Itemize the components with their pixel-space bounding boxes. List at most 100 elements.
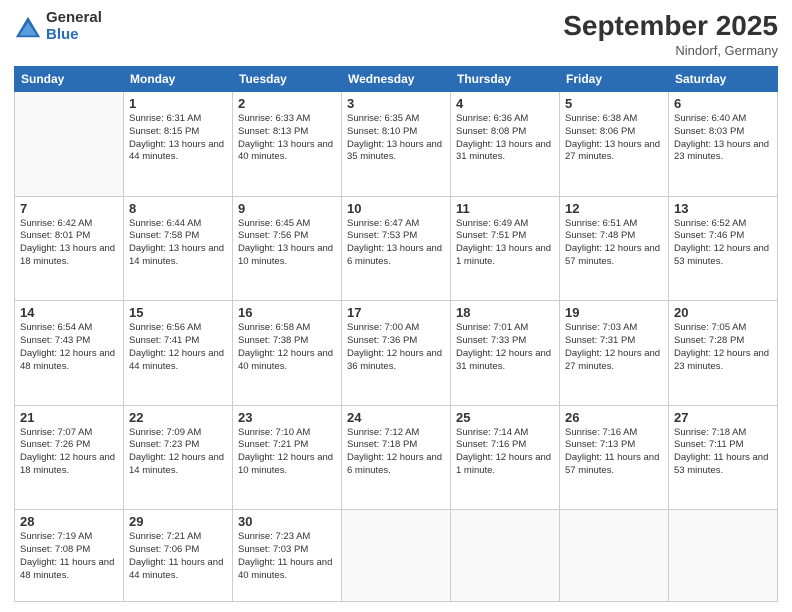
day-number: 22 [129, 410, 227, 425]
day-number: 12 [565, 201, 663, 216]
day-number: 11 [456, 201, 554, 216]
calendar-cell: 2Sunrise: 6:33 AM Sunset: 8:13 PM Daylig… [233, 92, 342, 197]
calendar-cell [451, 510, 560, 602]
calendar-week-row: 21 Sunrise: 7:07 AM Sunset: 7:26 PM Dayli… [15, 405, 778, 510]
day-number: 4 [456, 96, 554, 111]
day-info: Sunrise: 6:45 AM Sunset: 7:56 PM Dayligh… [238, 218, 336, 269]
calendar-cell: 12 Sunrise: 6:51 AM Sunset: 7:48 PM Dayli… [560, 196, 669, 301]
calendar-cell: 15 Sunrise: 6:56 AM Sunset: 7:41 PM Dayli… [124, 301, 233, 406]
day-info: Sunrise: 6:44 AM Sunset: 7:58 PM Dayligh… [129, 218, 227, 269]
day-info: Sunrise: 7:23 AM Sunset: 7:03 PM Dayligh… [238, 531, 336, 582]
day-info: Sunrise: 6:52 AM Sunset: 7:46 PM Dayligh… [674, 218, 772, 269]
calendar-cell: 21 Sunrise: 7:07 AM Sunset: 7:26 PM Dayli… [15, 405, 124, 510]
calendar-cell: 13 Sunrise: 6:52 AM Sunset: 7:46 PM Dayli… [669, 196, 778, 301]
day-info: Sunrise: 7:16 AM Sunset: 7:13 PM Dayligh… [565, 427, 663, 478]
calendar-cell: 18 Sunrise: 7:01 AM Sunset: 7:33 PM Dayli… [451, 301, 560, 406]
logo-blue-text: Blue [46, 27, 102, 44]
day-info: Sunrise: 7:07 AM Sunset: 7:26 PM Dayligh… [20, 427, 118, 478]
calendar-cell: 5 Sunrise: 6:38 AM Sunset: 8:06 PM Daylig… [560, 92, 669, 197]
day-info: Sunrise: 6:38 AM Sunset: 8:06 PM Dayligh… [565, 113, 663, 164]
calendar-cell: 26 Sunrise: 7:16 AM Sunset: 7:13 PM Dayli… [560, 405, 669, 510]
calendar-week-row: 28Sunrise: 7:19 AM Sunset: 7:08 PM Dayli… [15, 510, 778, 602]
day-number: 5 [565, 96, 663, 111]
day-number: 28 [20, 514, 118, 529]
calendar-cell: 4Sunrise: 6:36 AM Sunset: 8:08 PM Daylig… [451, 92, 560, 197]
day-info: Sunrise: 6:56 AM Sunset: 7:41 PM Dayligh… [129, 322, 227, 373]
day-info: Sunrise: 6:47 AM Sunset: 7:53 PM Dayligh… [347, 218, 445, 269]
day-number: 18 [456, 305, 554, 320]
day-number: 15 [129, 305, 227, 320]
logo-icon [14, 13, 42, 41]
col-header-saturday: Saturday [669, 67, 778, 92]
calendar-cell: 22 Sunrise: 7:09 AM Sunset: 7:23 PM Dayli… [124, 405, 233, 510]
day-number: 10 [347, 201, 445, 216]
calendar-week-row: 14 Sunrise: 6:54 AM Sunset: 7:43 PM Dayli… [15, 301, 778, 406]
day-info: Sunrise: 7:10 AM Sunset: 7:21 PM Dayligh… [238, 427, 336, 478]
day-number: 3 [347, 96, 445, 111]
col-header-monday: Monday [124, 67, 233, 92]
day-info: Sunrise: 7:09 AM Sunset: 7:23 PM Dayligh… [129, 427, 227, 478]
day-info: Sunrise: 7:00 AM Sunset: 7:36 PM Dayligh… [347, 322, 445, 373]
calendar-cell: 30Sunrise: 7:23 AM Sunset: 7:03 PM Dayli… [233, 510, 342, 602]
calendar-cell: 19Sunrise: 7:03 AM Sunset: 7:31 PM Dayli… [560, 301, 669, 406]
day-info: Sunrise: 6:58 AM Sunset: 7:38 PM Dayligh… [238, 322, 336, 373]
day-number: 21 [20, 410, 118, 425]
calendar-cell: 20Sunrise: 7:05 AM Sunset: 7:28 PM Dayli… [669, 301, 778, 406]
day-info: Sunrise: 6:49 AM Sunset: 7:51 PM Dayligh… [456, 218, 554, 269]
calendar-cell: 28Sunrise: 7:19 AM Sunset: 7:08 PM Dayli… [15, 510, 124, 602]
col-header-sunday: Sunday [15, 67, 124, 92]
day-number: 1 [129, 96, 227, 111]
day-info: Sunrise: 7:14 AM Sunset: 7:16 PM Dayligh… [456, 427, 554, 478]
day-number: 7 [20, 201, 118, 216]
day-number: 24 [347, 410, 445, 425]
day-number: 27 [674, 410, 772, 425]
calendar-cell [669, 510, 778, 602]
day-number: 13 [674, 201, 772, 216]
calendar-week-row: 1Sunrise: 6:31 AM Sunset: 8:15 PM Daylig… [15, 92, 778, 197]
day-number: 20 [674, 305, 772, 320]
calendar-cell: 27Sunrise: 7:18 AM Sunset: 7:11 PM Dayli… [669, 405, 778, 510]
calendar-cell: 16 Sunrise: 6:58 AM Sunset: 7:38 PM Dayli… [233, 301, 342, 406]
title-block: September 2025 Nindorf, Germany [563, 10, 778, 58]
calendar-cell: 6 Sunrise: 6:40 AM Sunset: 8:03 PM Daylig… [669, 92, 778, 197]
logo-text: General Blue [46, 10, 102, 43]
day-number: 23 [238, 410, 336, 425]
col-header-tuesday: Tuesday [233, 67, 342, 92]
calendar-header-row: SundayMondayTuesdayWednesdayThursdayFrid… [15, 67, 778, 92]
col-header-thursday: Thursday [451, 67, 560, 92]
day-number: 16 [238, 305, 336, 320]
logo: General Blue [14, 10, 102, 43]
calendar-cell [560, 510, 669, 602]
day-info: Sunrise: 6:40 AM Sunset: 8:03 PM Dayligh… [674, 113, 772, 164]
calendar-cell [342, 510, 451, 602]
day-number: 26 [565, 410, 663, 425]
calendar-cell: 1Sunrise: 6:31 AM Sunset: 8:15 PM Daylig… [124, 92, 233, 197]
day-info: Sunrise: 7:01 AM Sunset: 7:33 PM Dayligh… [456, 322, 554, 373]
calendar-cell: 17 Sunrise: 7:00 AM Sunset: 7:36 PM Dayli… [342, 301, 451, 406]
calendar-cell: 7 Sunrise: 6:42 AM Sunset: 8:01 PM Daylig… [15, 196, 124, 301]
day-number: 29 [129, 514, 227, 529]
day-number: 8 [129, 201, 227, 216]
day-number: 2 [238, 96, 336, 111]
calendar-cell: 9Sunrise: 6:45 AM Sunset: 7:56 PM Daylig… [233, 196, 342, 301]
logo-general-text: General [46, 10, 102, 27]
day-number: 17 [347, 305, 445, 320]
col-header-friday: Friday [560, 67, 669, 92]
calendar-cell: 8 Sunrise: 6:44 AM Sunset: 7:58 PM Daylig… [124, 196, 233, 301]
calendar-table: SundayMondayTuesdayWednesdayThursdayFrid… [14, 66, 778, 602]
calendar-week-row: 7 Sunrise: 6:42 AM Sunset: 8:01 PM Daylig… [15, 196, 778, 301]
month-title: September 2025 [563, 10, 778, 42]
day-info: Sunrise: 7:12 AM Sunset: 7:18 PM Dayligh… [347, 427, 445, 478]
day-info: Sunrise: 6:35 AM Sunset: 8:10 PM Dayligh… [347, 113, 445, 164]
day-info: Sunrise: 6:54 AM Sunset: 7:43 PM Dayligh… [20, 322, 118, 373]
location: Nindorf, Germany [563, 43, 778, 58]
day-info: Sunrise: 7:21 AM Sunset: 7:06 PM Dayligh… [129, 531, 227, 582]
day-info: Sunrise: 6:51 AM Sunset: 7:48 PM Dayligh… [565, 218, 663, 269]
day-number: 6 [674, 96, 772, 111]
header: General Blue September 2025 Nindorf, Ger… [14, 10, 778, 58]
day-number: 14 [20, 305, 118, 320]
calendar-cell: 10 Sunrise: 6:47 AM Sunset: 7:53 PM Dayli… [342, 196, 451, 301]
calendar-cell: 29 Sunrise: 7:21 AM Sunset: 7:06 PM Dayli… [124, 510, 233, 602]
day-info: Sunrise: 6:42 AM Sunset: 8:01 PM Dayligh… [20, 218, 118, 269]
calendar-cell: 11 Sunrise: 6:49 AM Sunset: 7:51 PM Dayli… [451, 196, 560, 301]
